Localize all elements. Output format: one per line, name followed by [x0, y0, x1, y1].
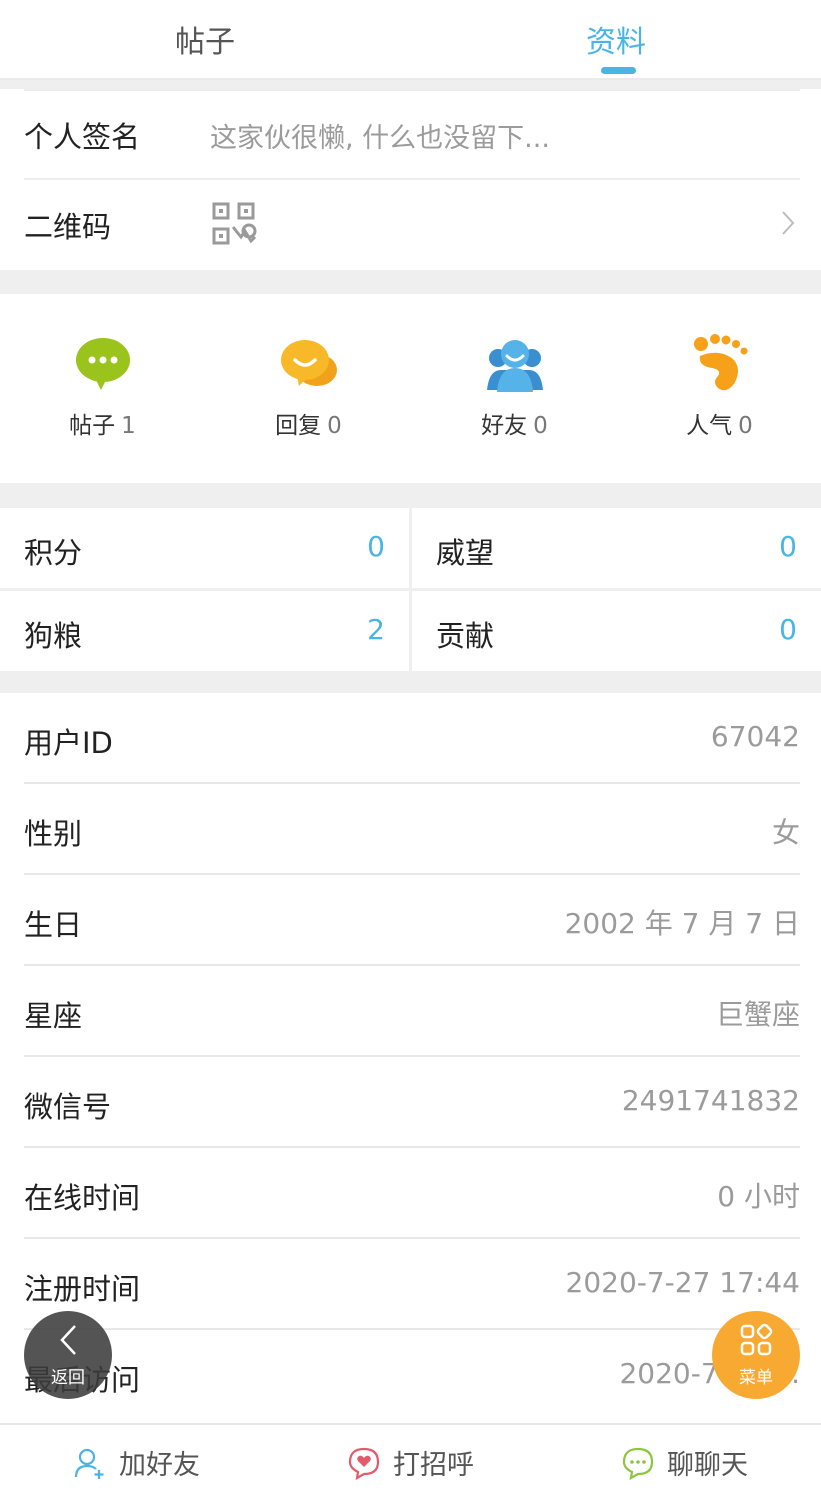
score-gouliang: 狗粮 2: [0, 591, 409, 671]
info-row-wechat: 微信号 2491741832: [0, 1057, 821, 1148]
info-row-last-visit: 最后访问 2020-7-28 ...: [0, 1330, 821, 1421]
chat-button[interactable]: 聊聊天: [548, 1425, 821, 1500]
qrcode-label: 二维码: [24, 210, 112, 244]
profile-card: 个人签名 这家伙很懒, 什么也没留下... 二维码: [0, 89, 821, 270]
score-value: 0: [779, 530, 797, 563]
qrcode-row[interactable]: 二维码: [0, 180, 821, 270]
info-label: 在线时间: [24, 1181, 141, 1215]
stat-popularity[interactable]: 人气 0: [617, 294, 821, 484]
info-label: 性别: [24, 817, 83, 851]
score-value: 0: [779, 613, 797, 646]
bottom-action-bar: 加好友 打招呼 聊聊天: [0, 1423, 821, 1500]
info-value: 2002 年 7 月 7 日: [564, 907, 800, 940]
add-friend-label: 加好友: [119, 1450, 200, 1481]
info-value: 女: [771, 816, 800, 849]
signature-label: 个人签名: [24, 120, 141, 154]
greet-label: 打招呼: [393, 1450, 474, 1481]
info-row-constellation: 星座 巨蟹座: [0, 966, 821, 1057]
info-value: 2020-7-27 17:44: [565, 1266, 801, 1299]
top-tab-bar: 帖子 资料: [0, 0, 821, 80]
info-value: 67042: [710, 720, 800, 753]
info-row-register-time: 注册时间 2020-7-27 17:44: [0, 1239, 821, 1330]
stat-friends[interactable]: 好友 0: [412, 294, 617, 484]
signature-value: 这家伙很懒, 什么也没留下...: [210, 122, 550, 154]
qr-code-icon: [211, 201, 257, 251]
info-label: 用户ID: [24, 726, 113, 760]
info-list: 用户ID 67042 性别 女 生日 2002 年 7 月 7 日 星座 巨蟹座…: [0, 693, 821, 1423]
greet-button[interactable]: 打招呼: [274, 1425, 547, 1500]
score-gongxian: 贡献 0: [412, 591, 821, 671]
stat-popularity-label: 人气: [686, 413, 733, 439]
score-weiwang: 威望 0: [412, 508, 821, 588]
signature-row: 个人签名 这家伙很懒, 什么也没留下...: [0, 91, 821, 179]
info-row-birthday: 生日 2002 年 7 月 7 日: [0, 875, 821, 966]
info-value: 0 小时: [717, 1180, 800, 1213]
chevron-right-icon: [781, 210, 795, 240]
info-label: 注册时间: [24, 1272, 141, 1306]
speech-bubble-icon: [73, 334, 133, 394]
score-label: 贡献: [436, 619, 495, 653]
info-label: 星座: [24, 999, 83, 1033]
chevron-left-icon: [57, 1323, 79, 1361]
stat-posts-value: 1: [121, 413, 136, 439]
reply-bubbles-icon: [279, 334, 339, 394]
footprint-icon: [690, 334, 750, 394]
grid-menu-icon: [739, 1323, 773, 1361]
stat-posts-label: 帖子: [69, 413, 116, 439]
back-button[interactable]: 返回: [24, 1311, 112, 1399]
chat-label: 聊聊天: [667, 1450, 748, 1481]
back-label: 返回: [51, 1367, 85, 1388]
stat-replies-value: 0: [327, 413, 342, 439]
tab-posts[interactable]: 帖子: [0, 0, 410, 78]
score-value: 2: [367, 613, 385, 646]
info-row-online-time: 在线时间 0 小时: [0, 1148, 821, 1239]
info-value: 2491741832: [621, 1084, 800, 1117]
stat-friends-label: 好友: [481, 413, 528, 439]
stat-friends-value: 0: [533, 413, 548, 439]
info-value: 巨蟹座: [715, 998, 800, 1031]
score-value: 0: [367, 530, 385, 563]
info-label: 生日: [24, 908, 83, 942]
info-row-user-id: 用户ID 67042: [0, 693, 821, 784]
greet-heart-icon: [348, 1447, 380, 1480]
friends-icon: [485, 334, 545, 394]
chat-icon: [622, 1447, 654, 1480]
stat-posts[interactable]: 帖子 1: [0, 294, 205, 484]
add-friend-icon: [74, 1448, 104, 1479]
active-tab-indicator: [601, 67, 636, 74]
stat-replies-label: 回复: [275, 413, 322, 439]
stats-card: 帖子 1 回复 0 好友 0 人气 0: [0, 294, 821, 483]
info-row-gender: 性别 女: [0, 784, 821, 875]
menu-label: 菜单: [739, 1367, 773, 1388]
stat-popularity-value: 0: [738, 413, 753, 439]
info-label: 微信号: [24, 1090, 112, 1124]
score-label: 狗粮: [24, 619, 83, 653]
score-label: 威望: [436, 536, 495, 570]
add-friend-button[interactable]: 加好友: [0, 1425, 273, 1500]
menu-button[interactable]: 菜单: [712, 1311, 800, 1399]
stat-replies[interactable]: 回复 0: [206, 294, 411, 484]
score-jifen: 积分 0: [0, 508, 409, 588]
score-label: 积分: [24, 536, 83, 570]
